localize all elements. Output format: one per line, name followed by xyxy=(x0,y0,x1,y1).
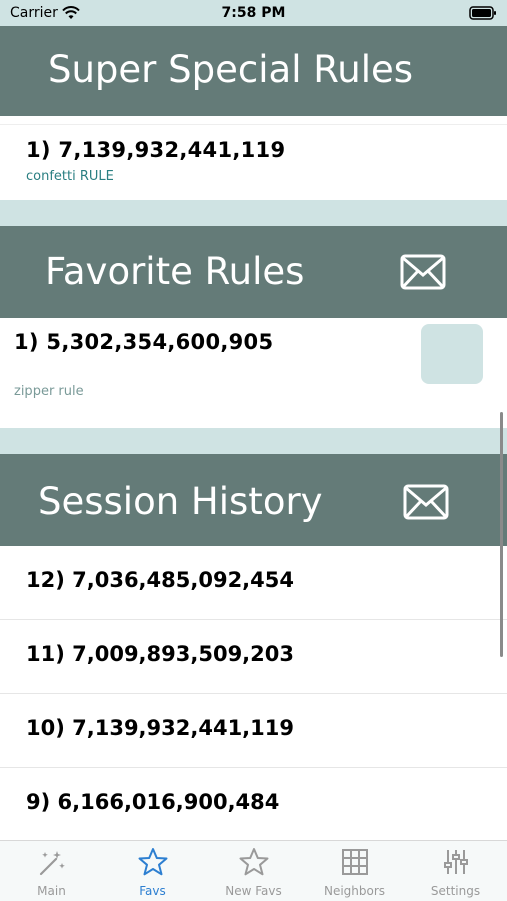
tab-bar: Main Favs New Favs Neighbors Settings xyxy=(0,840,507,901)
tab-label-favs: Favs xyxy=(139,884,166,898)
history-rule-text: 10) 7,139,932,441,119 xyxy=(26,716,294,740)
history-row[interactable]: 9) 6,166,016,900,484 xyxy=(0,768,507,842)
favorite-rule-number: 1) 5,302,354,600,905 xyxy=(14,330,274,354)
clock-label: 7:58 PM xyxy=(221,5,286,21)
tab-new-favs[interactable]: New Favs xyxy=(203,841,304,901)
grid-icon xyxy=(342,849,368,875)
battery-icon xyxy=(469,6,496,20)
tab-label-neighbors: Neighbors xyxy=(323,884,386,898)
tab-neighbors[interactable]: Neighbors xyxy=(304,841,405,901)
tab-label-settings: Settings xyxy=(430,884,481,898)
section-gap xyxy=(0,200,507,226)
section-title-favorites: Favorite Rules xyxy=(45,250,305,293)
mail-icon[interactable] xyxy=(403,484,449,520)
mail-icon[interactable] xyxy=(400,254,446,290)
rule-thumbnail[interactable] xyxy=(421,324,483,384)
star-filled-icon xyxy=(138,848,168,876)
section-gap xyxy=(0,428,507,454)
history-rule-text: 9) 6,166,016,900,484 xyxy=(26,790,280,814)
history-rule-text: 12) 7,036,485,092,454 xyxy=(26,568,294,592)
tab-settings[interactable]: Settings xyxy=(405,841,506,901)
section-title-super-special: Super Special Rules xyxy=(48,48,414,91)
history-rule-text: 11) 7,009,893,509,203 xyxy=(26,642,294,666)
tab-label-new-favs: New Favs xyxy=(225,884,282,898)
tab-label-main: Main xyxy=(37,884,66,898)
session-history-header: Session History xyxy=(0,454,507,546)
super-special-rule-number: 1) 7,139,932,441,119 xyxy=(26,138,286,162)
favorite-rule-name: zipper rule xyxy=(14,384,84,399)
star-outline-icon xyxy=(239,848,269,876)
super-special-rule-row[interactable]: 1) 7,139,932,441,119 confetti RULE xyxy=(0,116,507,200)
scroll-indicator[interactable] xyxy=(500,412,503,657)
history-row[interactable]: 10) 7,139,932,441,119 xyxy=(0,694,507,768)
section-title-session-history: Session History xyxy=(38,480,323,523)
row-divider xyxy=(0,124,507,125)
tab-main[interactable]: Main xyxy=(1,841,102,901)
history-row[interactable]: 11) 7,009,893,509,203 xyxy=(0,620,507,694)
tab-favs[interactable]: Favs xyxy=(102,841,203,901)
sliders-icon xyxy=(444,850,468,874)
super-special-header: Super Special Rules xyxy=(0,26,507,116)
favorite-rules-header: Favorite Rules xyxy=(0,226,507,318)
magic-wand-icon xyxy=(39,851,65,876)
super-special-rule-name: confetti RULE xyxy=(26,169,114,184)
status-bar: Carrier 7:58 PM xyxy=(0,0,507,26)
favorite-rule-row[interactable]: 1) 5,302,354,600,905 zipper rule xyxy=(0,318,507,428)
history-row[interactable]: 12) 7,036,485,092,454 xyxy=(0,546,507,620)
